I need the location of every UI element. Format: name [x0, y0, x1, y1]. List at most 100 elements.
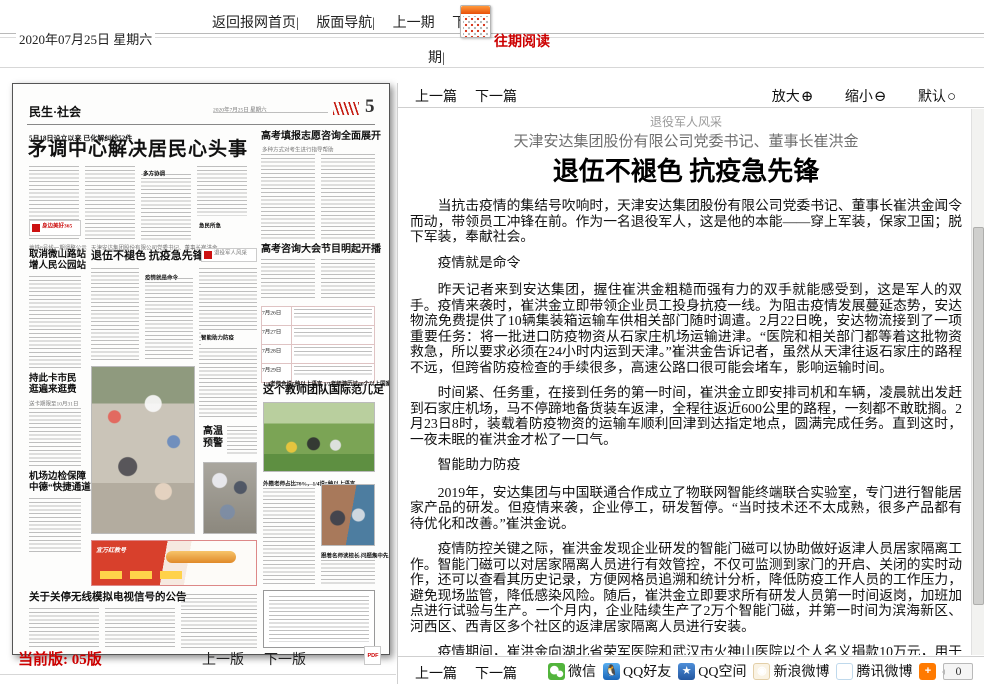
- share-label: 新浪微博: [773, 661, 829, 681]
- newspaper-page: 民生·社会 2020年7月25日 星期六 5 5月18日设立以来 已化解纠纷52…: [13, 84, 389, 654]
- next-article-link[interactable]: 下一篇: [475, 86, 517, 106]
- share-bar: 上一篇 下一篇 微信 🐧 QQ好友 ★ QQ空间 ◉ 新浪微博: [398, 656, 984, 684]
- np-veteran-col2: [145, 278, 193, 360]
- article-content: 退役军人风采 天津安达集团股份有限公司党委书记、董事长崔洪金 退伍不褪色 抗疫急…: [402, 109, 968, 655]
- share-more-button[interactable]: +: [919, 663, 936, 680]
- article-paragraph: 昨天记者来到安达集团，握住崔洪金粗糙而强有力的双手就能感受到，这是军人的双手。疫…: [410, 282, 962, 375]
- current-page-indicator: 当前版: 05版: [18, 648, 102, 669]
- np-info-box: [263, 590, 375, 648]
- np-veteran-subhead-2: 智能助力防疫: [201, 335, 234, 341]
- page-nav-bar: 当前版: 05版 上一版 下一版 PDF: [12, 646, 390, 672]
- reader-toolbar: 上一篇 下一篇 放大⊕ 缩小⊖ 默认○: [398, 83, 984, 108]
- share-count-badge[interactable]: 0: [943, 663, 973, 680]
- article-scrollbar[interactable]: [971, 109, 984, 655]
- share-qzone-button[interactable]: ★ QQ空间: [678, 661, 746, 681]
- np-teacher-col1: [263, 484, 315, 584]
- prev-issue-link[interactable]: 上一期: [393, 16, 435, 31]
- np-airport-title: 机场边检保障中德“快捷通道”: [29, 472, 96, 494]
- red-square-icon: [32, 224, 40, 232]
- np-metro-body: [29, 276, 81, 368]
- schedule-date: 7月27日: [262, 327, 281, 335]
- share-items: 微信 🐧 QQ好友 ★ QQ空间 ◉ 新浪微博 t 腾讯微博: [548, 661, 973, 681]
- zoom-controls: 放大⊕ 缩小⊖ 默认○: [744, 86, 956, 106]
- past-issues-link[interactable]: 往期阅读: [494, 31, 550, 51]
- share-tencent-weibo-button[interactable]: t 腾讯微博: [836, 661, 912, 681]
- article-paragraph: 当抗击疫情的集结号吹响时，天津安达集团股份有限公司党委书记、董事长崔洪金闻令而动…: [410, 198, 962, 245]
- np-card-body: [29, 408, 81, 466]
- np-schedule-table: 7月26日 7月27日 7月28日 7月29日: [261, 306, 375, 383]
- article-paragraph: 时间紧、任务重，在接到任务的第一时间，崔洪金立即安排司机和车辆，凌晨就出发赶到石…: [410, 385, 962, 447]
- calendar-icon[interactable]: [460, 5, 491, 38]
- np-street-photo: [91, 366, 195, 534]
- np-tv-col2: [105, 608, 175, 648]
- np-grass-photo: [263, 402, 375, 472]
- schedule-row: 7月28日: [262, 345, 374, 364]
- share-sina-weibo-button[interactable]: ◉ 新浪微博: [753, 661, 829, 681]
- article-paragraph: 疫情期间，崔洪金向湖北省荣军医院和武汉市火神山医院以个人名义捐款10万元，用于购…: [410, 644, 962, 655]
- zoom-in-button[interactable]: 放大⊕: [758, 90, 814, 105]
- np-gaokao-col2: [321, 154, 375, 239]
- prev-page-link[interactable]: 上一版: [202, 649, 244, 669]
- np-metro-title: 取消微山路站增人民公园站: [29, 250, 86, 272]
- np-badge-365: 身边美好365: [29, 220, 81, 236]
- wechat-icon: [548, 663, 565, 680]
- next-page-link[interactable]: 下一版: [264, 649, 306, 669]
- np-card-kicker: 送卡期限至10月31日: [29, 399, 79, 407]
- np-tv-col3: [181, 594, 257, 648]
- page-nav-link[interactable]: 版面导航|: [316, 16, 375, 31]
- np-gaokao2-col2: [321, 259, 375, 301]
- article-subtitle: 天津安达集团股份有限公司党委书记、董事长崔洪金: [410, 132, 962, 152]
- bottom-divider: [0, 674, 396, 675]
- schedule-date: 7月28日: [262, 346, 281, 354]
- np-veteran-title: 退伍不褪色 抗疫急先锋: [91, 250, 204, 263]
- np-veteran-col1: [91, 268, 139, 360]
- prev-article-link-bottom[interactable]: 上一篇: [415, 663, 457, 683]
- zoom-out-icon: ⊖: [874, 89, 887, 105]
- article-title: 退伍不褪色 抗疫急先锋: [410, 156, 962, 188]
- plus-icon: +: [919, 663, 936, 680]
- prev-article-link[interactable]: 上一篇: [415, 86, 457, 106]
- zoom-default-button[interactable]: 默认○: [904, 90, 956, 105]
- np-lead-subhead-1: 多方协调: [143, 171, 165, 177]
- share-qq-button[interactable]: 🐧 QQ好友: [603, 661, 671, 681]
- np-lead-title: 矛调中心解决居民心头事: [28, 139, 248, 161]
- next-issue-link-wrapped[interactable]: 期|: [428, 47, 445, 67]
- np-veteran-badge-label: 退役军人风采: [214, 248, 247, 256]
- np-heat-warning-text: [227, 426, 257, 456]
- schedule-cell: [294, 347, 372, 357]
- np-gaokao-title: 高考填报志愿咨询全面展开: [261, 131, 381, 143]
- paper-logo: [333, 102, 359, 115]
- np-ad-text: 宜万红教号: [96, 545, 126, 554]
- newspaper-page-thumbnail[interactable]: 民生·社会 2020年7月25日 星期六 5 5月18日设立以来 已化解纠纷52…: [12, 83, 390, 655]
- np-teacher-title: 这个教师团队国际范儿足: [263, 384, 384, 397]
- article-kicker: 退役军人风采: [410, 115, 962, 130]
- np-masthead-meta: [213, 112, 328, 116]
- zoom-out-button[interactable]: 缩小⊖: [831, 90, 887, 105]
- share-label: 微信: [568, 661, 596, 681]
- np-umbrella-photo: [203, 462, 257, 534]
- qzone-star-icon: ★: [678, 663, 695, 680]
- share-label: QQ空间: [698, 661, 746, 681]
- scrollbar-thumb[interactable]: [973, 227, 984, 605]
- zoom-default-icon: ○: [947, 89, 956, 105]
- np-lead-col4: [197, 166, 247, 216]
- zoom-in-icon: ⊕: [801, 89, 814, 105]
- np-heat-warning: 高温预警: [203, 426, 223, 450]
- np-gaokao-col1: [261, 154, 315, 239]
- np-lead-subhead-2: 急民所急: [199, 223, 221, 229]
- np-masthead-rule: [27, 124, 375, 125]
- article-body: 当抗击疫情的集结号吹响时，天津安达集团股份有限公司党委书记、董事长崔洪金闻令而动…: [410, 198, 962, 655]
- next-article-link-bottom[interactable]: 下一篇: [475, 663, 517, 683]
- np-section-title: 民生·社会: [29, 106, 81, 120]
- share-wechat-button[interactable]: 微信: [548, 661, 596, 681]
- np-library-photo: [321, 484, 375, 546]
- pdf-icon[interactable]: PDF: [364, 646, 381, 665]
- epaper-page: 2020年07月25日 星期六 返回报网首页| 版面导航| 上一期 下一 期| …: [0, 0, 984, 684]
- issue-date: 2020年07月25日 星期六: [16, 29, 155, 48]
- home-link[interactable]: 返回报网首页|: [212, 16, 299, 31]
- header-divider: [0, 67, 984, 68]
- np-ad-product: [166, 551, 236, 563]
- qq-icon: 🐧: [603, 663, 620, 680]
- np-tv-col1: [29, 608, 99, 648]
- schedule-row: 7月27日: [262, 326, 374, 345]
